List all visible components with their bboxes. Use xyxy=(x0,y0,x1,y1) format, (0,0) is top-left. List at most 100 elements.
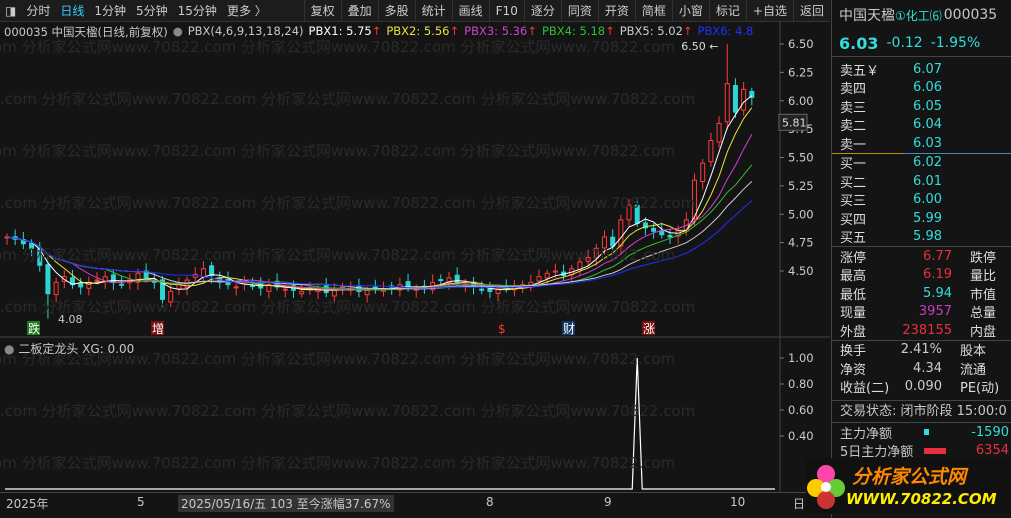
price-change-pct: -1.95% xyxy=(930,35,981,51)
y-tick-label: 5.50 xyxy=(788,151,814,165)
fund-flow-row: 主力净额 -1590 xyxy=(832,423,1011,442)
order-row: 卖四 6.06 xyxy=(832,79,1011,98)
candle xyxy=(651,227,657,232)
stat-value: 4.34 xyxy=(913,360,942,376)
stat-label: 市值 xyxy=(970,287,997,303)
watermark: .com 分析家公式网www.70822.com 分析家公式网www.70822… xyxy=(0,298,695,316)
y-tick-label: 5.00 xyxy=(788,207,814,221)
sector[interactable]: ①化工⑹ xyxy=(895,7,942,24)
logo-url: WWW.70822.COM xyxy=(846,490,997,508)
flow-value: -1590 xyxy=(971,424,1009,440)
order-label: 买三 xyxy=(840,194,867,210)
order-row: 卖五￥ 6.07 xyxy=(832,60,1011,79)
flow-bar xyxy=(924,447,946,454)
order-row: 买四 5.99 xyxy=(832,209,1011,228)
order-row: 买三 6.00 xyxy=(832,191,1011,210)
stat-label: 净资 xyxy=(840,362,867,378)
candle xyxy=(700,162,706,183)
stat-value: 6.19 xyxy=(923,267,952,283)
order-row: 买一 6.02 xyxy=(832,154,1011,173)
order-price: 6.05 xyxy=(913,98,942,114)
signal-label: 跌 xyxy=(28,321,40,336)
stat-row: 涨停 6.77 跌停 xyxy=(832,247,1011,266)
candle xyxy=(708,139,714,163)
order-label: 买一 xyxy=(840,157,867,173)
x-label: 5 xyxy=(137,495,145,509)
stat-row: 现量 3957 总量 xyxy=(832,303,1011,321)
order-label: 买五 xyxy=(840,231,867,247)
logo-text: 分析家公式网 xyxy=(852,466,967,488)
stat-row: 净资 4.34 流通 xyxy=(832,359,1011,378)
order-label: 卖五￥ xyxy=(840,63,880,79)
y-tick-label: 6.50 xyxy=(788,37,814,51)
stat-value: 2.41% xyxy=(900,342,942,358)
trade-status: 交易状态: 闭市阶段 15:00:0 xyxy=(832,400,1011,422)
candle xyxy=(536,276,542,282)
time-axis: 2025年 5 2025/05/16/五 103 至今涨幅37.67% 8 9 … xyxy=(0,492,830,512)
indicator-tick-label: 0.40 xyxy=(788,429,814,443)
low-label: 4.08 xyxy=(58,313,83,326)
stat-row: 最高 6.19 量比 xyxy=(832,266,1011,285)
indicator-name: 二板定龙头 xyxy=(18,342,79,356)
candle xyxy=(438,279,444,282)
stat-value: 5.94 xyxy=(923,285,952,301)
candle xyxy=(618,219,624,247)
order-label: 卖一 xyxy=(840,137,867,153)
kline-chart[interactable]: 6.506.256.005.755.505.255.004.754.505.81… xyxy=(0,0,830,518)
candle xyxy=(544,272,550,279)
indicator-legend: ● 二板定龙头 XG: 0.00 xyxy=(4,340,134,357)
y-tick-label: 4.75 xyxy=(788,236,814,250)
watermark: .com 分析家公式网www.70822.com 分析家公式网www.70822… xyxy=(0,402,695,420)
order-price: 6.03 xyxy=(913,135,942,151)
candle xyxy=(741,88,747,111)
candle xyxy=(552,270,558,273)
high-label: 6.50 ← xyxy=(681,40,718,53)
last-price: 6.03 xyxy=(839,33,879,53)
order-label: 卖四 xyxy=(840,82,867,98)
flow-label: 主力净额 xyxy=(840,426,893,442)
candle xyxy=(119,283,125,286)
candle xyxy=(299,290,305,295)
stat-label: 收益(二) xyxy=(840,381,890,397)
candle xyxy=(667,234,673,238)
stat-value: 0.090 xyxy=(904,379,942,395)
order-label: 卖二 xyxy=(840,119,867,135)
candle xyxy=(405,281,411,288)
candle xyxy=(716,122,722,143)
watermark: .com 分析家公式网www.70822.com 分析家公式网www.70822… xyxy=(0,90,695,108)
y-tick-label: 4.50 xyxy=(788,264,814,278)
current-price-label: 5.81 xyxy=(782,116,807,129)
y-tick-label: 5.25 xyxy=(788,179,814,193)
candle xyxy=(724,83,730,123)
stat-label: 最高 xyxy=(840,269,867,285)
indicator-tick-label: 1.00 xyxy=(788,351,814,365)
candle xyxy=(250,285,256,288)
order-row: 卖三 6.05 xyxy=(832,97,1011,116)
stat-row: 换手 2.41% 股本 xyxy=(832,341,1011,360)
stat-label: 股本 xyxy=(960,344,987,360)
candle xyxy=(331,289,337,297)
candle xyxy=(233,286,239,289)
x-label: 9 xyxy=(604,495,612,509)
watermark: .com 分析家公式网www.70822.com 分析家公式网www.70822… xyxy=(0,246,675,264)
order-price: 5.99 xyxy=(913,210,942,226)
order-price: 6.01 xyxy=(913,173,942,189)
candle xyxy=(479,288,485,291)
flow-bar xyxy=(924,429,929,436)
crosshair-info: 2025/05/16/五 103 至今涨幅37.67% xyxy=(178,495,394,512)
stat-value: 238155 xyxy=(902,322,952,338)
order-price: 6.04 xyxy=(913,117,942,133)
stat-label: 换手 xyxy=(840,344,867,360)
signal-label: 财 xyxy=(563,322,575,336)
stock-name: 中国天楹 xyxy=(839,8,895,24)
y-tick-label: 6.25 xyxy=(788,65,814,79)
candle xyxy=(110,274,116,283)
collapse-icon[interactable]: ● xyxy=(4,342,14,356)
stat-label: 外盘 xyxy=(840,324,867,340)
candle xyxy=(94,279,100,282)
candle xyxy=(78,282,84,288)
signal-label: $ xyxy=(498,322,506,336)
order-label: 买二 xyxy=(840,175,867,191)
order-row: 卖一 6.03 xyxy=(832,134,1011,153)
flow-value: 6354 xyxy=(975,443,1009,459)
